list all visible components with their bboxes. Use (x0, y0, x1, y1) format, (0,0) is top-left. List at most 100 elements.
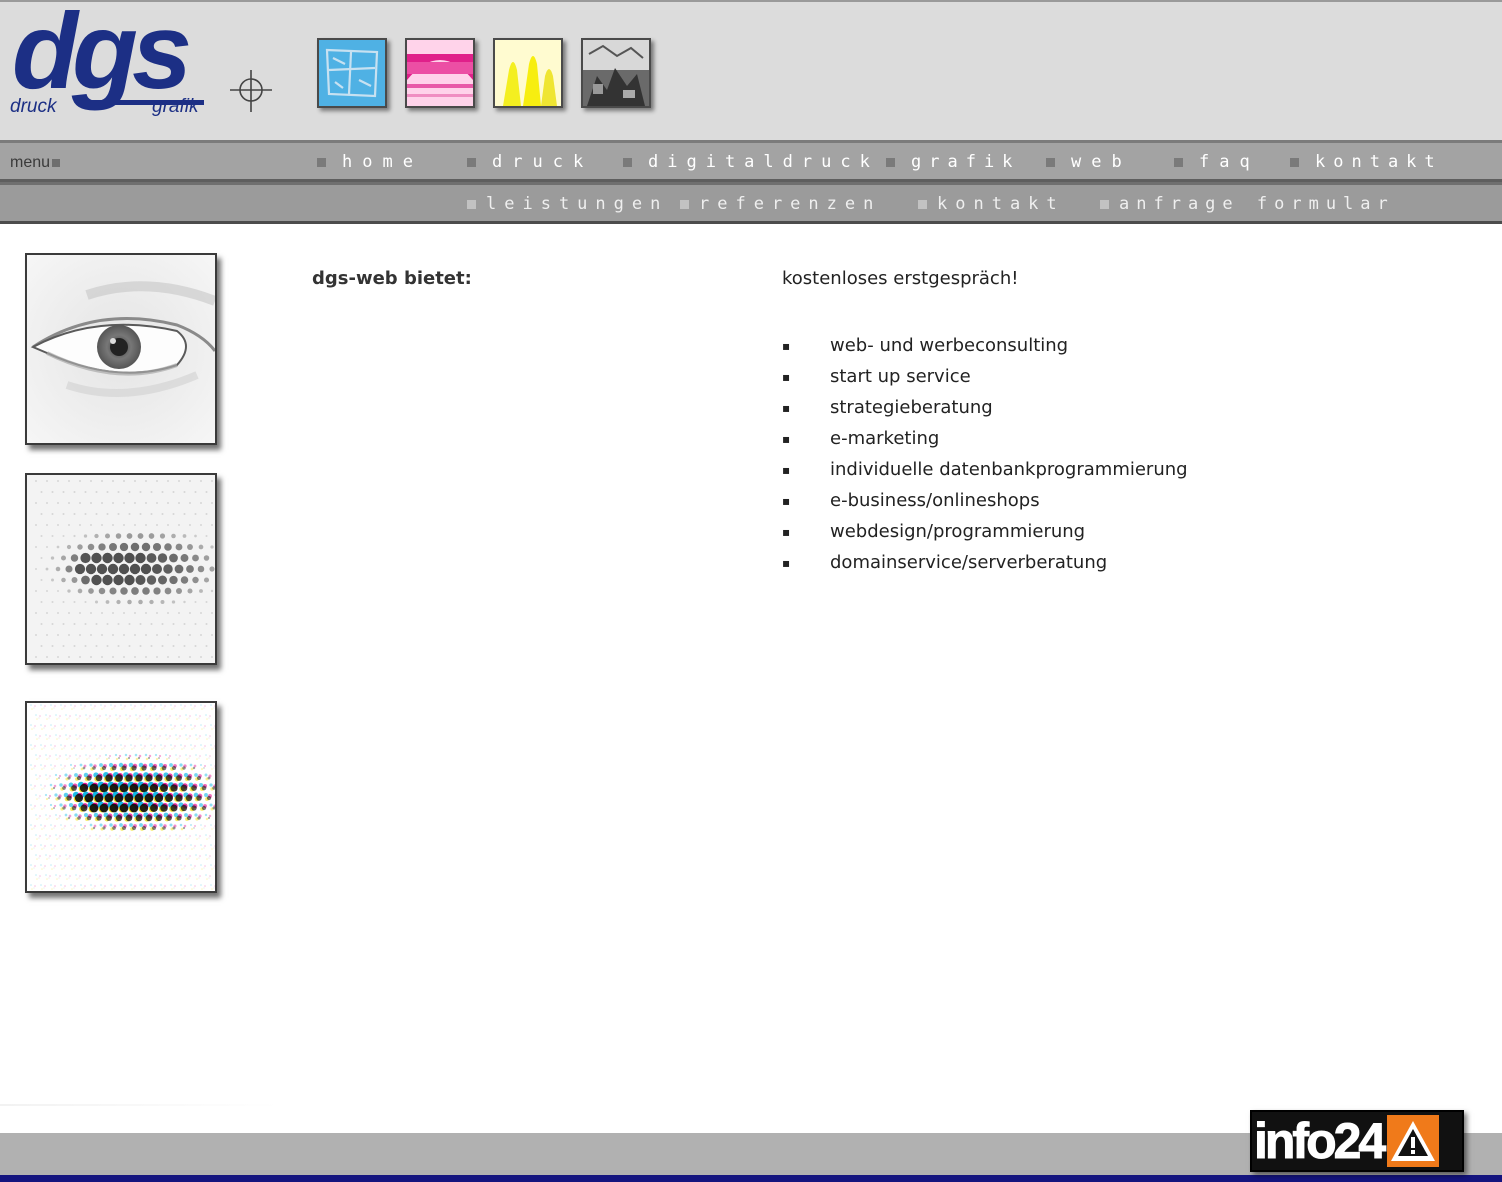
halftone-dot (150, 804, 158, 812)
subnav-item-kontakt[interactable]: kontakt (918, 194, 1065, 214)
halftone-dot (156, 738, 158, 740)
nav-item-home[interactable]: home (317, 152, 423, 172)
halftone-dot (108, 877, 110, 879)
halftone-dot (120, 704, 122, 706)
nav-item-kontakt[interactable]: kontakt (1290, 152, 1443, 172)
halftone-dot (114, 705, 116, 707)
halftone-dot (194, 534, 197, 538)
halftone-dot (183, 707, 185, 709)
info24-badge[interactable]: info24 (1250, 1110, 1464, 1172)
halftone-dot (124, 885, 126, 887)
halftone-dot (200, 634, 202, 636)
halftone-dot (60, 744, 62, 746)
halftone-dot (98, 857, 100, 859)
halftone-dot (78, 737, 80, 739)
magenta-thumb[interactable] (405, 38, 475, 108)
halftone-dot (180, 724, 182, 726)
halftone-dot (154, 705, 156, 707)
halftone-dot (174, 885, 176, 887)
halftone-dot (144, 705, 146, 707)
bullet-icon: ▪ (782, 493, 791, 508)
nav-item-druck[interactable]: druck (467, 152, 593, 172)
halftone-dot (131, 728, 133, 730)
halftone-dot (130, 844, 132, 846)
subnav-item-referenzen[interactable]: referenzen (680, 194, 881, 214)
halftone-dot (124, 753, 128, 757)
halftone-dot (93, 887, 95, 889)
halftone-dot (139, 783, 149, 793)
halftone-dot (99, 783, 109, 793)
halftone-dot (129, 803, 139, 813)
halftone-dot (145, 774, 153, 782)
halftone-dot (112, 826, 116, 830)
halftone-dot (193, 887, 195, 889)
halftone-dot (38, 717, 40, 719)
halftone-dot (101, 524, 103, 526)
yellow-thumb[interactable] (493, 38, 563, 108)
halftone-dot (76, 718, 78, 720)
halftone-dot (121, 868, 123, 870)
halftone-dot (36, 778, 38, 780)
halftone-dot (178, 877, 180, 879)
halftone-dot (116, 718, 118, 720)
halftone-dot (111, 848, 113, 850)
halftone-dot (63, 827, 65, 829)
halftone-dot (125, 714, 127, 716)
halftone-dot (125, 774, 133, 782)
halftone-dot (146, 575, 157, 585)
halftone-dot (51, 708, 53, 710)
halftone-dot (115, 874, 117, 876)
halftone-dot (193, 747, 195, 749)
halftone-dot (201, 828, 203, 830)
halftone-dot (169, 875, 171, 877)
black-thumb[interactable] (581, 38, 651, 108)
cyan-thumb[interactable] (317, 38, 387, 108)
halftone-dot (128, 754, 132, 758)
dgs-logo[interactable]: dgs druck grafik (8, 0, 278, 128)
halftone-dot (166, 738, 168, 740)
halftone-dot (185, 874, 187, 876)
halftone-dot (169, 835, 171, 837)
subnav-item-leistungen[interactable]: leistungen (467, 194, 668, 214)
halftone-dot (133, 727, 135, 729)
halftone-dot (91, 848, 93, 850)
halftone-dot (131, 587, 139, 595)
halftone-dot (123, 502, 125, 504)
halftone-dot (155, 774, 163, 782)
halftone-dot (79, 763, 83, 767)
halftone-dot (73, 727, 75, 729)
halftone-dot (213, 747, 215, 749)
nav-item-grafik[interactable]: grafik (886, 152, 1020, 172)
halftone-dot (51, 623, 54, 625)
halftone-dot (192, 576, 199, 584)
halftone-dot (64, 865, 66, 867)
halftone-dot (168, 837, 170, 839)
halftone-dot (157, 553, 168, 563)
halftone-dot (53, 827, 55, 829)
halftone-dot (53, 807, 55, 809)
subnav-item-anfrage-formular[interactable]: anfrage formular (1100, 194, 1395, 214)
halftone-dot (35, 774, 37, 776)
halftone-dot (30, 724, 32, 726)
halftone-dot (103, 747, 105, 749)
nav-item-faq[interactable]: faq (1174, 152, 1260, 172)
halftone-dot (205, 754, 207, 756)
halftone-dot (209, 783, 213, 787)
halftone-dot (51, 748, 53, 750)
halftone-dot (61, 868, 63, 870)
halftone-dot (112, 634, 114, 636)
nav-item-web[interactable]: web (1046, 152, 1132, 172)
halftone-dot (178, 480, 180, 482)
halftone-dot (68, 480, 70, 482)
nav-item-digitaldruck[interactable]: digitaldruck (623, 152, 879, 172)
halftone-dot (123, 727, 125, 729)
halftone-dot (74, 845, 76, 847)
halftone-dot (85, 834, 87, 836)
halftone-dot (36, 758, 38, 760)
halftone-dot (118, 837, 120, 839)
halftone-dot (186, 838, 188, 840)
halftone-dot (60, 864, 62, 866)
halftone-dot (155, 757, 159, 761)
halftone-dot (134, 745, 136, 747)
halftone-dot (129, 563, 141, 575)
